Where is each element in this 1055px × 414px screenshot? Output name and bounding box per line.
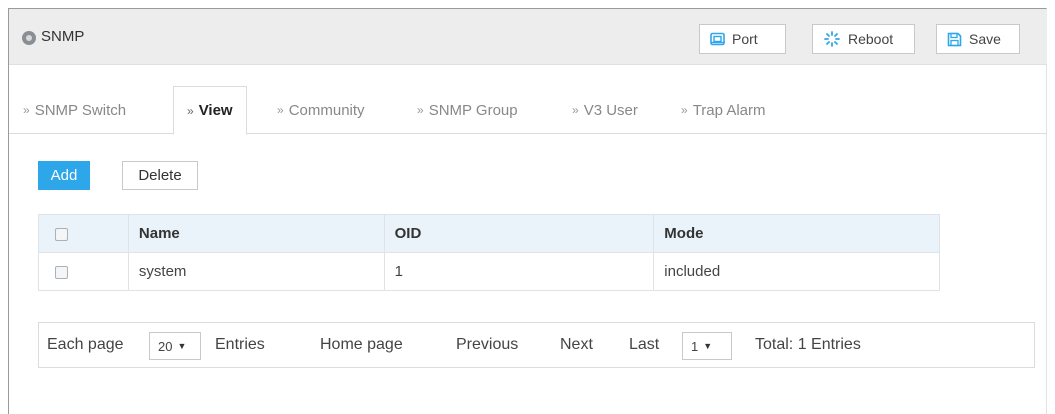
caret-down-icon: ▼ <box>703 341 713 351</box>
page-number-select[interactable]: 1 ▼ <box>682 332 732 360</box>
add-button[interactable]: Add <box>38 161 90 190</box>
current-page-value: 1 <box>691 338 699 354</box>
entries-label: Entries <box>215 336 265 353</box>
page-size-value: 20 <box>158 338 173 354</box>
column-header-name: Name <box>127 214 385 253</box>
last-link[interactable]: Last <box>629 336 659 354</box>
tab-label: SNMP Group <box>428 101 518 119</box>
tab-view[interactable]: » View <box>173 86 247 135</box>
double-chevron-right-icon: » <box>23 103 30 117</box>
view-table: Name OID Mode system 1 included <box>38 214 940 291</box>
row-select-cell <box>38 252 129 291</box>
row-checkbox[interactable] <box>55 265 68 279</box>
double-chevron-right-icon: » <box>277 103 284 117</box>
table-row[interactable]: system 1 included <box>38 252 940 291</box>
double-chevron-right-icon: » <box>187 103 194 118</box>
header-bar: SNMP Port Reboot Save <box>9 9 1047 65</box>
tab-label: SNMP Switch <box>34 101 127 119</box>
tab-label: View <box>198 102 233 119</box>
page-size-select[interactable]: 20 ▼ <box>149 332 201 360</box>
each-page-label: Each page <box>47 336 124 353</box>
table-header-row: Name OID Mode <box>38 214 940 253</box>
tab-snmp-switch[interactable]: » SNMP Switch <box>23 86 126 134</box>
page-title: SNMP <box>41 28 85 45</box>
column-header-oid: OID <box>383 214 655 253</box>
save-button[interactable]: Save <box>936 24 1020 54</box>
reboot-button[interactable]: Reboot <box>812 24 915 54</box>
double-chevron-right-icon: » <box>417 103 424 117</box>
cell-name: system <box>127 252 385 291</box>
port-button[interactable]: Port <box>699 24 786 54</box>
select-all-cell <box>38 214 129 253</box>
circle-dot-icon <box>22 31 36 45</box>
floppy-disk-icon <box>947 32 962 46</box>
tab-v3-user[interactable]: » V3 User <box>572 86 638 134</box>
home-page-link[interactable]: Home page <box>320 336 403 354</box>
save-button-label: Save <box>969 31 1001 47</box>
double-chevron-right-icon: » <box>681 103 688 117</box>
tab-bar: » SNMP Switch » View » Community » SNMP … <box>9 86 1047 135</box>
previous-link[interactable]: Previous <box>456 336 518 354</box>
cell-oid: 1 <box>383 252 655 291</box>
total-entries-label: Total: 1 Entries <box>755 336 861 353</box>
caret-down-icon: ▼ <box>177 341 187 351</box>
tab-label: Trap Alarm <box>692 101 766 119</box>
select-all-checkbox[interactable] <box>55 227 68 241</box>
delete-button[interactable]: Delete <box>122 161 198 190</box>
tab-snmp-group[interactable]: » SNMP Group <box>417 86 518 134</box>
tab-trap-alarm[interactable]: » Trap Alarm <box>681 86 765 134</box>
column-header-mode: Mode <box>653 214 940 253</box>
next-link[interactable]: Next <box>560 336 593 354</box>
double-chevron-right-icon: » <box>572 103 579 117</box>
tab-label: Community <box>288 101 365 119</box>
pagination-bar: Each page 20 ▼ Entries Home page Previou… <box>38 322 1035 368</box>
reboot-spinner-icon <box>824 31 840 47</box>
cell-mode: included <box>653 252 940 291</box>
port-button-label: Port <box>732 31 758 47</box>
tab-community[interactable]: » Community <box>277 86 365 134</box>
tab-label: V3 User <box>583 101 638 119</box>
snmp-panel: SNMP Port Reboot Save » SNMP Switch » Vi… <box>8 8 1047 414</box>
port-icon <box>710 32 725 46</box>
reboot-button-label: Reboot <box>848 31 894 47</box>
